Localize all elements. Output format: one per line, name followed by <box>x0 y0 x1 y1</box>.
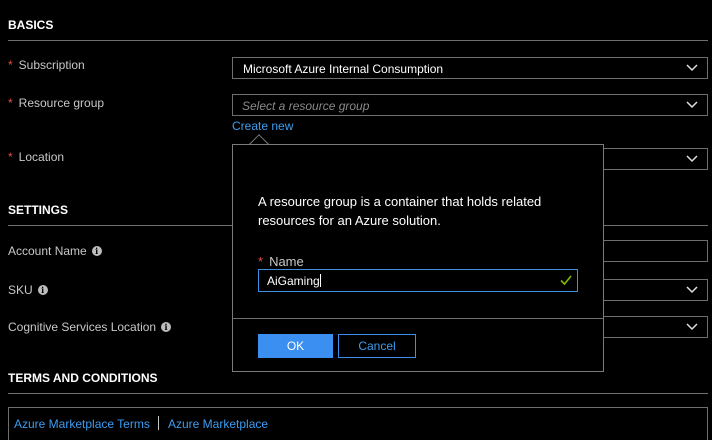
terms-box: Azure Marketplace Terms Azure Marketplac… <box>8 407 708 440</box>
name-label: * Name <box>258 254 304 269</box>
info-icon[interactable]: i <box>37 285 48 295</box>
check-icon <box>560 274 572 286</box>
required-marker: * <box>8 58 13 72</box>
required-marker: * <box>8 150 13 164</box>
create-resource-group-popover: A resource group is a container that hol… <box>232 144 604 372</box>
section-title-terms: TERMS AND CONDITIONS <box>8 371 158 385</box>
section-title-settings: SETTINGS <box>8 203 69 217</box>
create-new-link[interactable]: Create new <box>232 119 293 133</box>
chevron-down-icon <box>686 101 698 109</box>
sku-label-text: SKU <box>8 283 33 297</box>
subscription-value: Microsoft Azure Internal Consumption <box>243 62 444 76</box>
ok-button[interactable]: OK <box>258 334 333 358</box>
resource-group-label: * Resource group <box>8 96 104 110</box>
link-separator <box>158 416 159 430</box>
account-name-label: Account Name i <box>8 244 102 258</box>
subscription-dropdown[interactable]: Microsoft Azure Internal Consumption <box>232 57 708 79</box>
resource-group-name-input[interactable]: AiGaming <box>258 269 578 292</box>
account-name-label-text: Account Name <box>8 244 87 258</box>
resource-group-dropdown[interactable]: Select a resource group <box>232 94 708 116</box>
section-title-basics: BASICS <box>8 18 54 32</box>
resource-group-placeholder: Select a resource group <box>242 99 370 113</box>
marketplace-terms-link[interactable]: Azure Marketplace Terms <box>14 417 150 431</box>
cognitive-location-label: Cognitive Services Location i <box>8 320 172 334</box>
subscription-label-text: Subscription <box>18 58 85 72</box>
cancel-button[interactable]: Cancel <box>338 334 416 358</box>
name-label-text: Name <box>269 254 304 269</box>
location-label: * Location <box>8 150 64 164</box>
required-marker: * <box>258 254 264 269</box>
name-input-text: AiGaming <box>267 274 320 288</box>
marketplace-link[interactable]: Azure Marketplace <box>168 417 268 431</box>
chevron-down-icon <box>686 155 698 163</box>
info-icon[interactable]: i <box>91 246 102 256</box>
chevron-down-icon <box>686 323 698 331</box>
subscription-label: * Subscription <box>8 58 85 72</box>
popover-description: A resource group is a container that hol… <box>258 194 542 228</box>
resource-group-label-text: Resource group <box>18 96 105 110</box>
sku-label: SKU i <box>8 283 48 297</box>
name-input-value: AiGaming <box>267 274 321 288</box>
section-divider <box>8 393 708 394</box>
text-caret <box>319 274 321 287</box>
required-marker: * <box>8 96 13 110</box>
info-icon[interactable]: i <box>161 322 172 332</box>
cognitive-location-label-text: Cognitive Services Location <box>8 320 157 334</box>
chevron-down-icon <box>686 64 698 72</box>
section-divider <box>8 40 708 41</box>
location-label-text: Location <box>18 150 65 164</box>
popover-divider <box>233 318 603 319</box>
chevron-down-icon <box>686 286 698 294</box>
